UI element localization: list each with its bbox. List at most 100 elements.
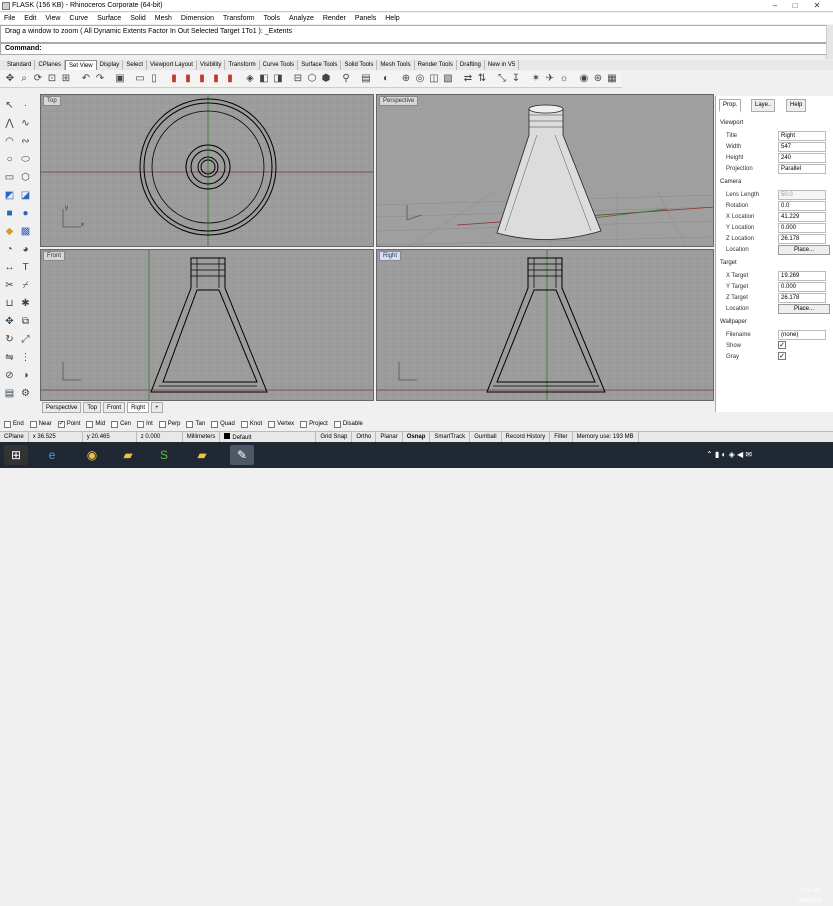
polygon-icon[interactable]: ⬡ (18, 170, 33, 185)
copy-icon[interactable]: ⧉ (18, 314, 33, 329)
osnap-int[interactable]: Int (137, 420, 153, 428)
curve-icon[interactable]: ∿ (18, 116, 33, 131)
spreadsheet-app-icon[interactable]: S (152, 445, 176, 465)
tab-new-in-v5[interactable]: New in V5 (485, 60, 520, 70)
trim-icon[interactable]: ✂ (2, 278, 17, 293)
flip-icon[interactable]: ⇅ (476, 73, 488, 85)
zoom-window-icon[interactable]: ⊡ (46, 73, 58, 85)
status-cplane[interactable]: CPlane (0, 432, 29, 442)
folder-icon[interactable]: ▰ (190, 445, 214, 465)
front-view-icon[interactable]: ▯ (148, 73, 160, 85)
pan-icon[interactable]: ✥ (4, 73, 16, 85)
osnap-perp-checkbox[interactable] (158, 420, 166, 428)
chamfer-icon[interactable]: ◕ (18, 242, 33, 257)
scale-icon[interactable]: ⤢ (18, 332, 33, 347)
menu-dimension[interactable]: Dimension (181, 15, 214, 22)
system-clock[interactable]: 2:14 AM 3/4/2016 (788, 886, 832, 906)
chrome-icon[interactable]: ◉ (80, 445, 104, 465)
dimension-icon[interactable]: ↔ (2, 260, 17, 275)
osnap-point-checkbox[interactable]: ✓ (57, 420, 65, 428)
osnap-near-checkbox[interactable] (29, 420, 37, 428)
osnap-knot[interactable]: Knot (240, 420, 262, 428)
rotate-icon[interactable]: ↻ (2, 332, 17, 347)
filename-field[interactable]: (none) (778, 330, 826, 340)
cplane-top-icon[interactable]: ▮ (210, 73, 222, 85)
move-icon[interactable]: ✥ (2, 314, 17, 329)
status-ortho[interactable]: Ortho (352, 432, 377, 442)
osnap-cen[interactable]: Cen (111, 420, 131, 428)
join-icon[interactable]: ⊔ (2, 296, 17, 311)
minimize-icon[interactable]: – (768, 1, 782, 10)
cplane-icon[interactable]: ▮ (168, 73, 180, 85)
bottom-view-icon[interactable]: ◧ (258, 73, 270, 85)
sphere-icon[interactable]: ● (18, 206, 33, 221)
options-icon[interactable]: ⚙ (18, 386, 33, 401)
osnap-project-checkbox[interactable] (300, 420, 308, 428)
status-smarttrack[interactable]: SmartTrack (430, 432, 471, 442)
maximize-icon[interactable]: □ (788, 1, 802, 10)
star-view-icon[interactable]: ✶ (530, 73, 542, 85)
menu-transform[interactable]: Transform (223, 15, 255, 22)
viewport-front[interactable]: Front (40, 249, 374, 401)
ellipse-icon[interactable]: ⬭ (18, 152, 33, 167)
tab-drafting[interactable]: Drafting (457, 60, 485, 70)
named-cplane-icon[interactable]: ▧ (442, 73, 454, 85)
vp-tab-right[interactable]: Right (127, 402, 150, 413)
status-units[interactable]: Millimeters (183, 432, 221, 442)
osnap-disable[interactable]: Disable (333, 420, 363, 428)
menu-render[interactable]: Render (323, 15, 346, 22)
tab-select[interactable]: Select (123, 60, 147, 70)
osnap-perp[interactable]: Perp (158, 420, 180, 428)
camera-place-button[interactable]: Place... (778, 245, 830, 255)
start-icon[interactable]: ⊞ (4, 445, 28, 465)
osnap-project[interactable]: Project (300, 420, 328, 428)
layer-icon[interactable]: ▤ (2, 386, 17, 401)
viewport-top[interactable]: y x Top (40, 94, 374, 247)
redo-view-icon[interactable]: ↷ (94, 73, 106, 85)
menu-help[interactable]: Help (385, 15, 399, 22)
rhino-taskbar-icon[interactable]: ✎ (230, 445, 254, 465)
viewport-front-label[interactable]: Front (43, 251, 66, 261)
add-viewport-icon[interactable]: + (151, 402, 163, 413)
arc-icon[interactable]: ◠ (2, 134, 17, 149)
fillet-icon[interactable]: ◔ (2, 242, 17, 257)
osnap-quad-checkbox[interactable] (211, 420, 219, 428)
width-field[interactable]: 547 (778, 142, 826, 152)
osnap-vertex-checkbox[interactable] (268, 420, 276, 428)
align-icon[interactable]: ↧ (510, 73, 522, 85)
status-grid-snap[interactable]: Grid Snap (316, 432, 353, 442)
ztarget-field[interactable]: 26.178 (778, 293, 826, 303)
menu-file[interactable]: File (4, 15, 15, 22)
yloc-field[interactable]: 0.000 (778, 223, 826, 233)
tab-curve-tools[interactable]: Curve Tools (260, 60, 299, 70)
extrude-icon[interactable]: ◪ (18, 188, 33, 203)
plan-view-icon[interactable]: ⊟ (292, 73, 304, 85)
set-camera-icon[interactable]: ◐ (380, 73, 392, 85)
menu-curve[interactable]: Curve (69, 15, 88, 22)
render-icon[interactable]: ◑ (18, 368, 33, 383)
viewport-perspective-label[interactable]: Perspective (379, 96, 419, 106)
named-view-icon[interactable]: ▣ (114, 73, 126, 85)
cplane-back-icon[interactable]: ▮ (224, 73, 236, 85)
osnap-disable-checkbox[interactable] (333, 420, 341, 428)
cplane-right-icon[interactable]: ▮ (196, 73, 208, 85)
left-view-icon[interactable]: ◨ (272, 73, 284, 85)
tab-transform[interactable]: Transform (225, 60, 260, 70)
vp-tab-front[interactable]: Front (103, 402, 126, 413)
split-icon[interactable]: ⌿ (18, 278, 33, 293)
camera-icon[interactable]: ☼ (558, 73, 570, 85)
panel-tab-properties[interactable]: Prop. (719, 99, 742, 112)
menu-analyze[interactable]: Analyze (289, 15, 314, 22)
spline-icon[interactable]: ∾ (18, 134, 33, 149)
point-icon[interactable]: · (18, 98, 33, 113)
status-osnap[interactable]: Osnap (403, 432, 431, 442)
menu-tools[interactable]: Tools (264, 15, 280, 22)
file-explorer-icon[interactable]: ▰ (116, 445, 140, 465)
xloc-field[interactable]: 41.229 (778, 212, 826, 222)
menu-solid[interactable]: Solid (130, 15, 146, 22)
top-view-icon[interactable]: ▭ (134, 73, 146, 85)
array-icon[interactable]: ⋮ (18, 350, 33, 365)
osnap-tan[interactable]: Tan (186, 420, 205, 428)
world-icon[interactable]: ⊛ (592, 73, 604, 85)
mirror-icon[interactable]: ⇋ (2, 350, 17, 365)
